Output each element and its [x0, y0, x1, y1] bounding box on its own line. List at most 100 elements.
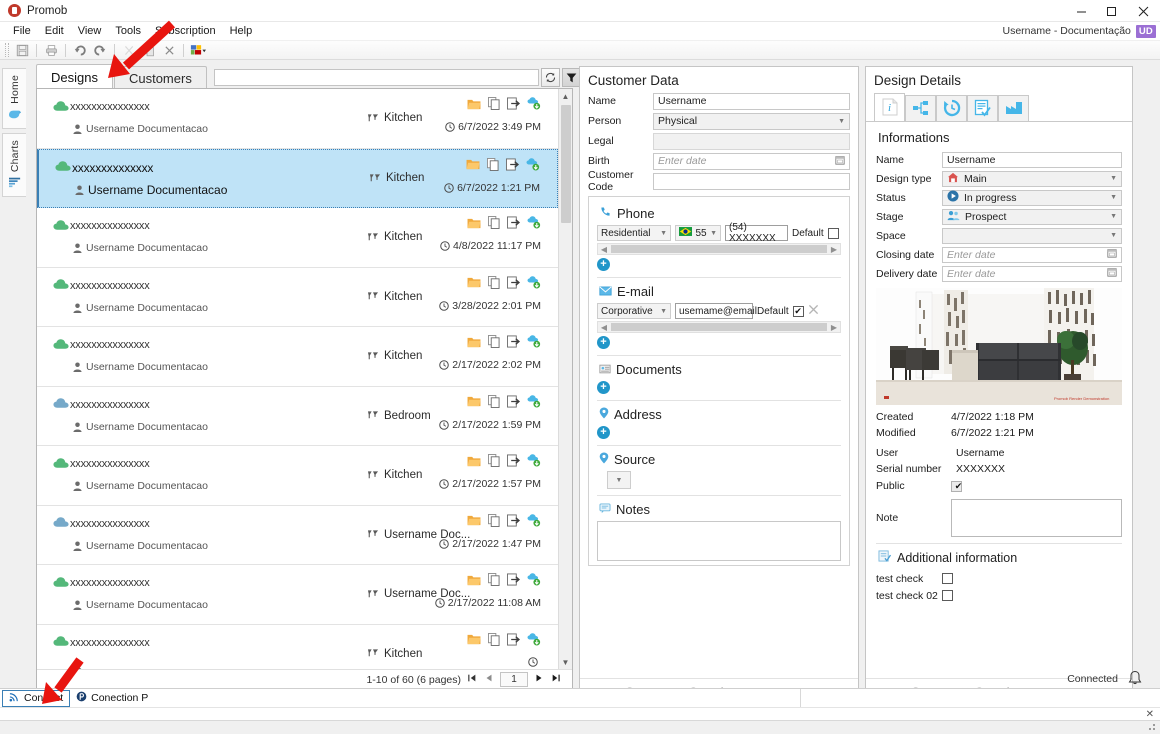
cloud-upload-icon[interactable] — [527, 335, 541, 351]
last-page-button[interactable] — [550, 673, 562, 686]
cloud-upload-icon[interactable] — [527, 275, 541, 292]
scroll-left-arrow[interactable]: ◀ — [598, 323, 610, 332]
scroll-left-arrow[interactable]: ◀ — [598, 245, 610, 254]
user-avatar-badge[interactable]: UD — [1135, 24, 1156, 38]
copy-icon[interactable] — [488, 454, 500, 470]
phone-hscrollbar[interactable]: ◀ ▶ — [597, 243, 841, 255]
page-number-input[interactable] — [500, 672, 528, 687]
scroll-up-arrow[interactable]: ▲ — [559, 89, 573, 103]
customer-legal-input[interactable] — [653, 132, 850, 150]
scroll-down-arrow[interactable]: ▼ — [559, 655, 573, 669]
calendar-icon[interactable] — [835, 155, 845, 168]
copy-icon[interactable] — [487, 157, 499, 174]
open-folder-icon[interactable] — [467, 98, 481, 113]
phone-country-select[interactable]: 55 ▼ — [675, 225, 721, 241]
scroll-thumb[interactable] — [560, 105, 571, 223]
export-icon[interactable] — [507, 573, 521, 589]
table-row[interactable]: xxxxxxxxxxxxxxx Username Documentacao Be… — [37, 387, 558, 446]
open-folder-icon[interactable] — [467, 574, 481, 589]
open-folder-icon[interactable] — [467, 217, 481, 232]
open-folder-icon[interactable] — [467, 633, 481, 648]
design-stage-select[interactable]: Prospect ▼ — [942, 208, 1122, 225]
export-icon[interactable] — [507, 454, 521, 470]
open-folder-icon[interactable] — [467, 336, 481, 351]
connection-p-tab[interactable]: Conection P — [70, 689, 154, 707]
minimize-button[interactable] — [1066, 0, 1096, 22]
first-page-button[interactable] — [466, 673, 478, 686]
scroll-thumb[interactable] — [611, 323, 827, 331]
menu-view[interactable]: View — [71, 24, 109, 38]
print-icon[interactable] — [42, 41, 60, 59]
menu-edit[interactable]: Edit — [38, 24, 71, 38]
export-icon[interactable] — [507, 97, 521, 113]
design-type-select[interactable]: Main ▼ — [942, 170, 1122, 187]
copy-icon[interactable] — [488, 394, 500, 411]
add-document-button[interactable]: + — [597, 381, 610, 394]
table-row[interactable]: xxxxxxxxxxxxxxx Username Documentacao Us… — [37, 565, 558, 625]
cloud-upload-icon[interactable] — [527, 454, 541, 470]
tab-designs[interactable]: Designs — [36, 64, 113, 88]
customer-name-input[interactable]: Username — [653, 92, 850, 110]
add-phone-button[interactable]: + — [597, 258, 610, 271]
cloud-upload-icon[interactable] — [526, 157, 540, 174]
cloud-upload-icon[interactable] — [527, 573, 541, 589]
bell-icon[interactable] — [1128, 670, 1142, 689]
public-checkbox[interactable]: ✔ — [951, 480, 962, 492]
copy-icon[interactable] — [488, 335, 500, 351]
test-check-checkbox[interactable] — [942, 573, 953, 584]
copy-icon[interactable] — [488, 573, 500, 589]
menu-file[interactable]: File — [6, 24, 38, 38]
menu-subscription[interactable]: Subscription — [148, 24, 223, 38]
note-textarea[interactable] — [951, 499, 1122, 537]
tab-checklist[interactable] — [967, 95, 998, 122]
export-icon[interactable] — [507, 632, 521, 649]
table-row[interactable]: xxxxxxxxxxxxxxx Username Documentacao Ki… — [37, 208, 558, 268]
open-folder-icon[interactable] — [467, 455, 481, 470]
delete-icon[interactable] — [160, 41, 178, 59]
scroll-thumb[interactable] — [611, 245, 827, 253]
table-row[interactable]: xxxxxxxxxxxxxxx Username Documentacao Ki… — [37, 446, 558, 506]
calendar-icon[interactable] — [1107, 267, 1117, 280]
menu-help[interactable]: Help — [223, 24, 260, 38]
scroll-track[interactable] — [558, 103, 572, 655]
close-button[interactable] — [1126, 0, 1160, 22]
open-folder-icon[interactable] — [467, 276, 481, 291]
open-folder-icon[interactable] — [466, 158, 480, 173]
design-preview-thumbnail[interactable]: Promob Render Demonstration — [876, 288, 1122, 405]
toolbar-grip[interactable] — [5, 43, 9, 57]
tab-informations[interactable]: i — [874, 93, 905, 122]
cloud-upload-icon[interactable] — [527, 216, 541, 232]
prev-page-button[interactable] — [483, 673, 495, 686]
source-select[interactable]: ▼ — [607, 471, 631, 489]
color-palette-icon[interactable] — [189, 41, 207, 59]
sidebar-item-home[interactable]: Home — [2, 68, 26, 129]
customer-birth-input[interactable]: Enter date — [653, 152, 850, 170]
undo-icon[interactable] — [71, 41, 89, 59]
cut-icon[interactable] — [120, 41, 138, 59]
scroll-right-arrow[interactable]: ▶ — [828, 245, 840, 254]
delivery-date-input[interactable]: Enter date — [942, 265, 1122, 282]
filter-funnel-icon[interactable] — [561, 68, 581, 87]
table-row[interactable]: xxxxxxxxxxxxxxx Username Documentacao Ki… — [37, 268, 558, 327]
open-folder-icon[interactable] — [467, 514, 481, 529]
export-icon[interactable] — [507, 335, 521, 351]
customer-code-input[interactable] — [653, 172, 850, 190]
cloud-upload-icon[interactable] — [527, 513, 541, 530]
copy-icon[interactable] — [488, 216, 500, 232]
table-row[interactable]: xxxxxxxxxxxxxxx Kitchen — [37, 625, 558, 669]
export-icon[interactable] — [506, 157, 520, 174]
phone-type-select[interactable]: Residential ▼ — [597, 225, 671, 241]
connect-tab[interactable]: Connect — [2, 689, 71, 707]
table-row[interactable]: xxxxxxxxxxxxxxx Username Documentacao Us… — [37, 506, 558, 565]
refresh-icon[interactable] — [540, 68, 560, 87]
design-name-input[interactable]: Username — [942, 151, 1122, 168]
phone-number-input[interactable]: (54) XXXXXXX — [725, 222, 788, 244]
email-default-checkbox[interactable]: ✔ — [792, 305, 804, 317]
export-icon[interactable] — [507, 216, 521, 232]
export-icon[interactable] — [507, 394, 521, 411]
copy-icon[interactable] — [488, 275, 500, 292]
list-vertical-scrollbar[interactable]: ▲ ▼ — [558, 89, 572, 669]
user-info[interactable]: Username - Documentação UD — [1002, 22, 1156, 40]
add-address-button[interactable]: + — [597, 426, 610, 439]
email-type-select[interactable]: Corporative ▼ — [597, 303, 671, 319]
